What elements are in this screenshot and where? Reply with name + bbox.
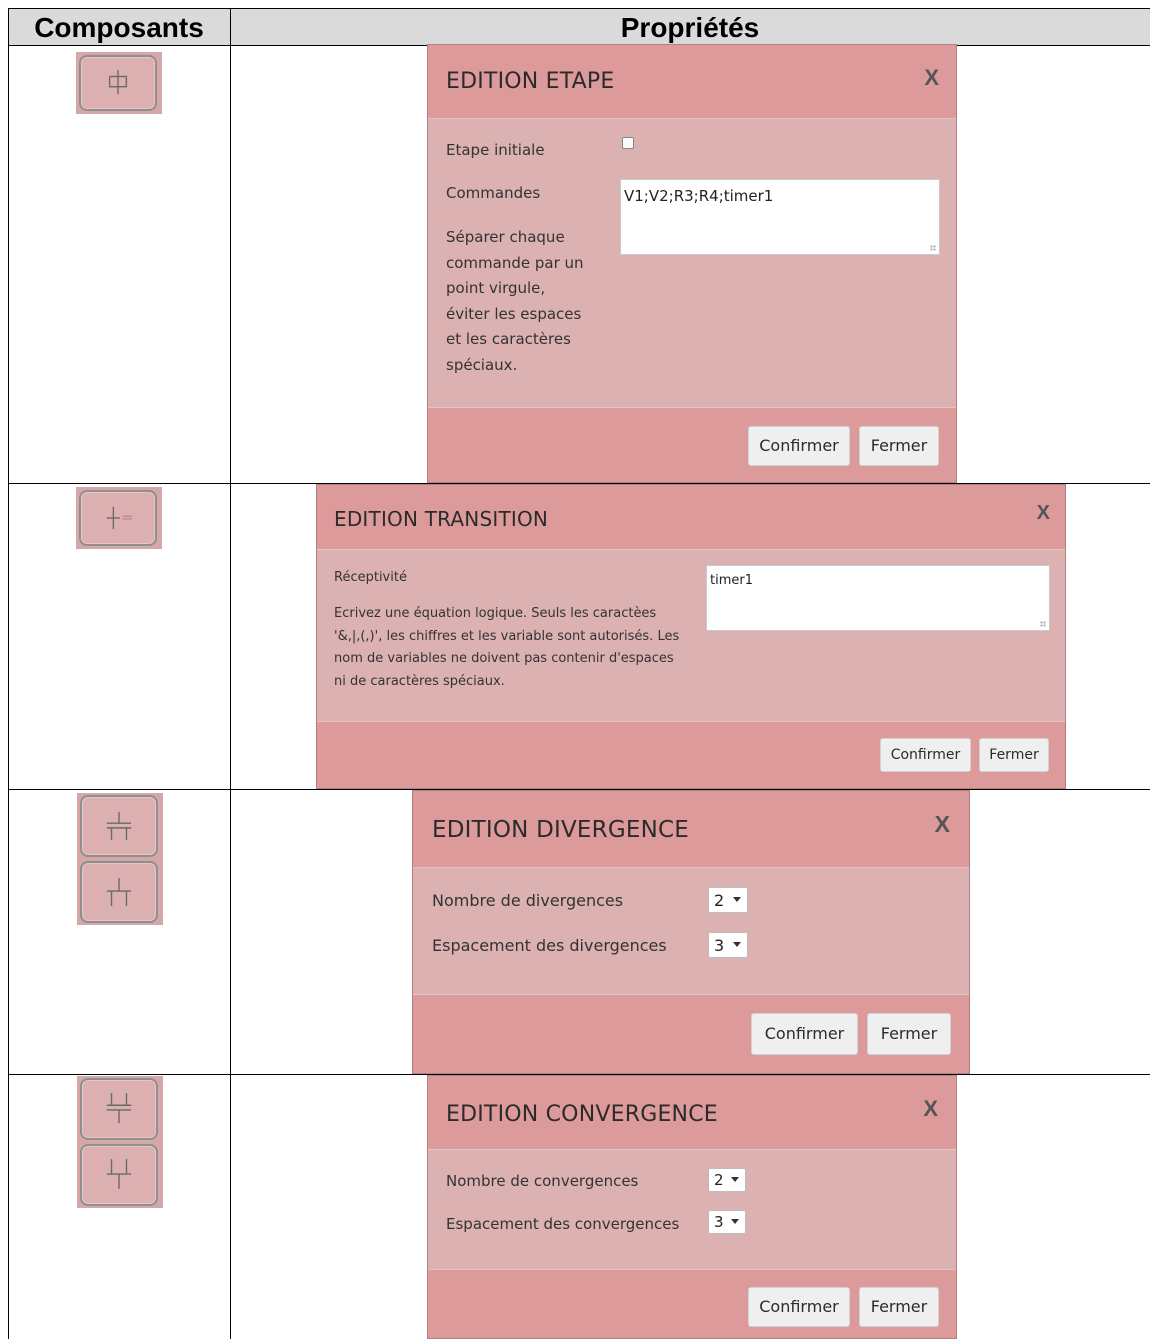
dialog-footer: Confirmer Fermer (413, 994, 969, 1073)
convergence-and-button[interactable] (80, 1078, 158, 1140)
dialog-title: EDITION TRANSITION (334, 507, 549, 531)
dialog-title: EDITION CONVERGENCE (446, 1102, 718, 1127)
table-column-divider (230, 8, 231, 1339)
convergence-tiles (77, 1076, 163, 1208)
table-header-row: Composants Propriétés (8, 8, 1150, 46)
close-icon[interactable]: X (924, 65, 939, 91)
table-border-left (8, 8, 9, 1339)
commands-help: Séparer chaque commande par un point vir… (446, 225, 584, 378)
close-button[interactable]: Fermer (859, 426, 939, 466)
help-line: et les caractères (446, 330, 571, 348)
divergence-spacing-label: Espacement des divergences (432, 936, 667, 955)
help-line: point virgule, (446, 279, 546, 297)
chevron-down-icon (731, 1219, 739, 1224)
components-table: Composants Propriétés EDITION ETAPE X Et… (8, 8, 1150, 1339)
dialog-title: EDITION ETAPE (446, 69, 615, 94)
receptivity-help: Ecrivez une équation logique. Seuls les … (334, 603, 679, 693)
receptivity-label: Réceptivité (334, 570, 407, 585)
transition-tile (76, 487, 162, 549)
help-line: '&,|,(,)', les chiffres et les variable … (334, 628, 680, 644)
transition-component-button[interactable] (79, 490, 157, 546)
divergence-count-select[interactable]: 2 (708, 887, 748, 913)
select-value: 3 (714, 1213, 724, 1231)
close-button[interactable]: Fermer (859, 1287, 939, 1327)
initial-step-checkbox[interactable] (622, 137, 634, 149)
divergence-and-icon (106, 811, 132, 841)
convergence-count-label: Nombre de convergences (446, 1172, 639, 1190)
confirm-button[interactable]: Confirmer (751, 1013, 858, 1055)
commands-value: V1;V2;R3;R4;timer1 (624, 187, 774, 205)
dialog-header: EDITION ETAPE X (428, 45, 956, 119)
close-icon[interactable]: X (923, 1096, 938, 1122)
divergence-count-label: Nombre de divergences (432, 891, 624, 910)
help-line: commande par un (446, 253, 584, 272)
dialog-header: EDITION CONVERGENCE X (428, 1076, 956, 1150)
transition-icon (106, 506, 132, 530)
confirm-button[interactable]: Confirmer (748, 426, 850, 466)
help-line: spéciaux. (446, 355, 518, 374)
help-line: ni de caractères spéciaux. (334, 673, 505, 689)
commands-textarea[interactable]: V1;V2;R3;R4;timer1 (620, 179, 940, 255)
header-properties: Propriétés (620, 12, 760, 43)
chevron-down-icon (733, 897, 741, 902)
dialog-footer: Confirmer Fermer (428, 1269, 956, 1338)
header-components: Composants (34, 12, 204, 43)
select-value: 2 (714, 891, 725, 910)
help-line: éviter les espaces (446, 304, 582, 323)
divergence-or-icon (106, 877, 132, 907)
divergence-or-button[interactable] (80, 861, 158, 923)
dialog-header: EDITION TRANSITION X (317, 485, 1065, 550)
commands-label: Commandes (446, 184, 541, 202)
close-button[interactable]: Fermer (979, 738, 1049, 772)
help-line: Séparer chaque (446, 228, 565, 246)
initial-step-label: Etape initiale (446, 141, 545, 159)
dialog-title: EDITION DIVERGENCE (432, 817, 689, 843)
convergence-spacing-label: Espacement des convergences (446, 1215, 680, 1233)
close-button[interactable]: Fermer (867, 1013, 951, 1055)
dialog-edition-etape: EDITION ETAPE X Etape initiale Commandes… (427, 44, 957, 483)
dialog-header: EDITION DIVERGENCE X (413, 791, 969, 868)
convergence-spacing-select[interactable]: 3 (708, 1210, 746, 1234)
confirm-button[interactable]: Confirmer (748, 1287, 850, 1327)
help-line: nom de variables ne doivent pas contenir… (334, 651, 674, 666)
dialog-edition-transition: EDITION TRANSITION X Réceptivité timer1 … (316, 484, 1066, 789)
convergence-or-button[interactable] (80, 1144, 158, 1206)
dialog-footer: Confirmer Fermer (317, 721, 1065, 788)
close-icon[interactable]: X (935, 811, 950, 838)
help-line: Ecrivez une équation logique. Seuls les … (334, 606, 657, 621)
step-icon (108, 70, 128, 95)
convergence-and-icon (106, 1093, 132, 1124)
divergence-and-button[interactable] (80, 795, 158, 857)
dialog-edition-convergence: EDITION CONVERGENCE X Nombre de converge… (427, 1075, 957, 1339)
step-tile (76, 52, 162, 114)
step-component-button[interactable] (79, 55, 157, 111)
dialog-edition-divergence: EDITION DIVERGENCE X Nombre de divergenc… (412, 790, 970, 1074)
select-value: 2 (714, 1171, 724, 1189)
chevron-down-icon (733, 942, 741, 947)
close-icon[interactable]: X (1037, 502, 1050, 525)
receptivity-textarea[interactable]: timer1 (706, 565, 1050, 631)
confirm-button[interactable]: Confirmer (880, 738, 971, 772)
convergence-count-select[interactable]: 2 (708, 1168, 746, 1192)
chevron-down-icon (731, 1177, 739, 1182)
select-value: 3 (714, 936, 725, 955)
divergence-tiles (77, 793, 163, 925)
resize-grip-icon[interactable] (1040, 621, 1046, 627)
dialog-footer: Confirmer Fermer (428, 407, 956, 482)
resize-grip-icon[interactable] (930, 245, 936, 251)
convergence-or-icon (106, 1159, 132, 1190)
divergence-spacing-select[interactable]: 3 (708, 932, 748, 958)
receptivity-value: timer1 (710, 573, 753, 588)
